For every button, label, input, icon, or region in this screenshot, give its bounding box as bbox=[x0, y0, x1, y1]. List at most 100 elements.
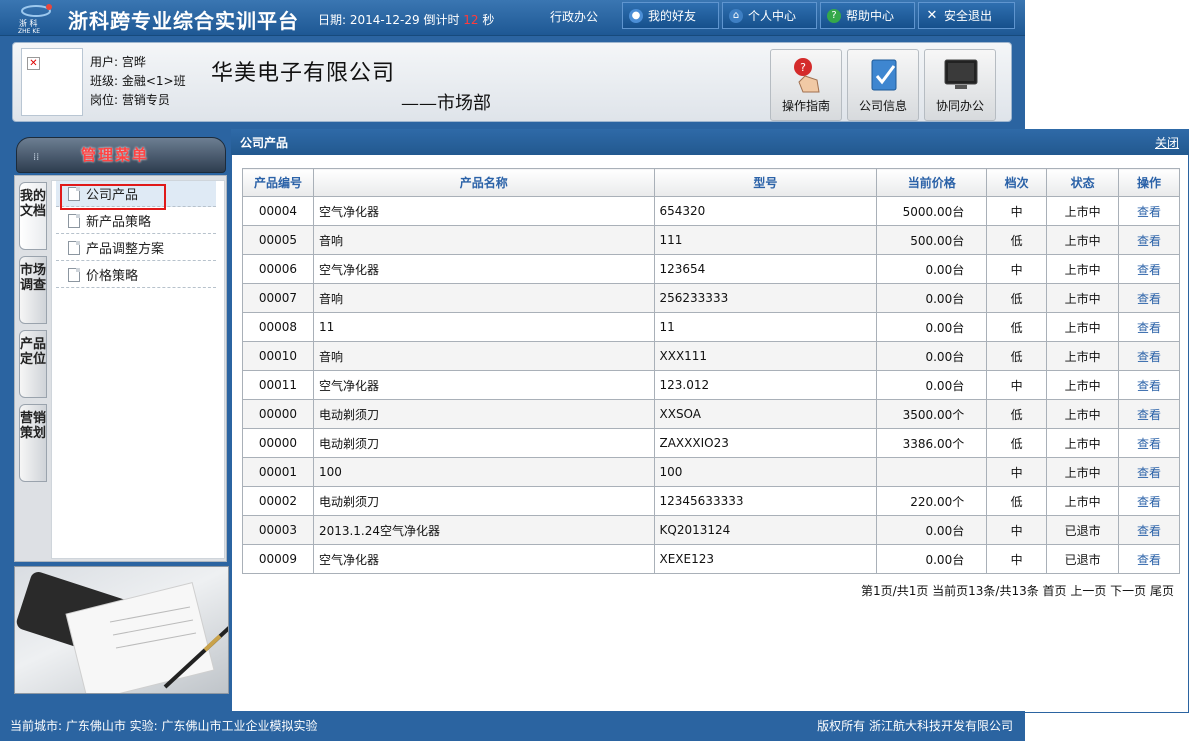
cell-status: 已退市 bbox=[1046, 544, 1120, 574]
operation-guide-button[interactable]: ? 操作指南 bbox=[770, 49, 842, 121]
cell-price: 220.00个 bbox=[876, 486, 988, 516]
cell-status: 上市中 bbox=[1046, 399, 1120, 429]
admin-office-link[interactable]: 行政办公 bbox=[550, 8, 598, 25]
cell-price: 3386.00个 bbox=[876, 428, 988, 458]
col-product-name: 产品名称 bbox=[312, 168, 655, 197]
cell-model: 111 bbox=[653, 225, 878, 255]
tab-product-positioning[interactable]: 产品定位 bbox=[19, 330, 47, 398]
table-row: 00000 电动剃须刀 ZAXXXIO23 3386.00个低上市中 查看 bbox=[242, 428, 1180, 458]
date-value: 2014-12-29 bbox=[349, 13, 420, 27]
cell-product-name: 2013.1.24空气净化器 bbox=[312, 515, 655, 545]
cell-product-name: 空气净化器 bbox=[312, 196, 655, 226]
cell-product-id: 00008 bbox=[242, 312, 314, 342]
cell-product-id: 00007 bbox=[242, 283, 314, 313]
col-status: 状态 bbox=[1046, 168, 1120, 197]
cell-action: 查看 bbox=[1118, 457, 1180, 487]
cell-action: 查看 bbox=[1118, 312, 1180, 342]
cell-product-id: 00001 bbox=[242, 457, 314, 487]
cell-model: 11 bbox=[653, 312, 878, 342]
cell-model: 12345633333 bbox=[653, 486, 878, 516]
menu-title: 管理菜单 bbox=[81, 146, 150, 164]
app-window: 浙 科 ZHE KE 浙科跨专业综合实训平台 日期: 2014-12-29 倒计… bbox=[0, 0, 1197, 741]
view-link[interactable]: 查看 bbox=[1137, 292, 1161, 306]
view-link[interactable]: 查看 bbox=[1137, 495, 1161, 509]
tab-marketing-plan[interactable]: 营销策划 bbox=[19, 404, 47, 482]
cell-product-name: 100 bbox=[312, 457, 655, 487]
table-row: 00003 2013.1.24空气净化器 KQ2013124 0.00台中已退市 查看 bbox=[242, 515, 1180, 545]
tab-market-survey[interactable]: 市场调查 bbox=[19, 256, 47, 324]
cell-action: 查看 bbox=[1118, 428, 1180, 458]
logout-button[interactable]: ✕ 安全退出 bbox=[918, 2, 1015, 29]
close-link[interactable]: 关闭 bbox=[1155, 134, 1179, 151]
cell-model: XXSOA bbox=[653, 399, 878, 429]
view-link[interactable]: 查看 bbox=[1137, 553, 1161, 567]
cell-model: 256233333 bbox=[653, 283, 878, 313]
friends-icon: ● bbox=[629, 8, 643, 23]
cell-product-name: 空气净化器 bbox=[312, 254, 655, 284]
cell-grade: 中 bbox=[986, 196, 1048, 226]
cell-product-name: 电动剃须刀 bbox=[312, 428, 655, 458]
menu-item-label: 新产品策略 bbox=[86, 215, 152, 230]
view-link[interactable]: 查看 bbox=[1137, 263, 1161, 277]
view-link[interactable]: 查看 bbox=[1137, 466, 1161, 480]
cell-product-id: 00009 bbox=[242, 544, 314, 574]
view-link[interactable]: 查看 bbox=[1137, 350, 1161, 364]
collab-office-button[interactable]: 协同办公 bbox=[924, 49, 996, 121]
cell-status: 上市中 bbox=[1046, 283, 1120, 313]
cell-grade: 低 bbox=[986, 399, 1048, 429]
cell-price: 500.00台 bbox=[876, 225, 988, 255]
cell-status: 上市中 bbox=[1046, 341, 1120, 371]
sidebar: ⁞⁞ 管理菜单 我的文档 市场调查 产品定位 营销策划 公司产品 新产品策略 产… bbox=[0, 129, 231, 711]
menu-item-product-adjustment[interactable]: 产品调整方案 bbox=[56, 235, 216, 261]
cell-action: 查看 bbox=[1118, 370, 1180, 400]
table-row: 00008 11 11 0.00台低上市中 查看 bbox=[242, 312, 1180, 342]
table-row: 00002 电动剃须刀 12345633333 220.00个低上市中 查看 bbox=[242, 486, 1180, 516]
view-link[interactable]: 查看 bbox=[1137, 437, 1161, 451]
table-row: 00004 空气净化器 654320 5000.00台中上市中 查看 bbox=[242, 196, 1180, 226]
menu-item-price-strategy[interactable]: 价格策略 bbox=[56, 262, 216, 288]
pagination[interactable]: 第1页/共1页 当前页13条/共13条 首页 上一页 下一页 尾页 bbox=[861, 582, 1174, 599]
my-friends-label: 我的好友 bbox=[648, 9, 697, 23]
user-position: 岗位: 营销专员 bbox=[90, 93, 170, 107]
company-info-button[interactable]: 公司信息 bbox=[847, 49, 919, 121]
cell-price: 0.00台 bbox=[876, 283, 988, 313]
table-row: 00006 空气净化器 123654 0.00台中上市中 查看 bbox=[242, 254, 1180, 284]
view-link[interactable]: 查看 bbox=[1137, 234, 1161, 248]
view-link[interactable]: 查看 bbox=[1137, 379, 1161, 393]
cell-price: 0.00台 bbox=[876, 370, 988, 400]
cell-action: 查看 bbox=[1118, 254, 1180, 284]
cell-price: 3500.00个 bbox=[876, 399, 988, 429]
notebook-pen-illustration bbox=[16, 572, 228, 693]
cell-grade: 中 bbox=[986, 457, 1048, 487]
my-friends-button[interactable]: ● 我的好友 bbox=[622, 2, 719, 29]
user-name: 用户: 宫晔 bbox=[90, 55, 146, 69]
cell-model: 123.012 bbox=[653, 370, 878, 400]
view-link[interactable]: 查看 bbox=[1137, 524, 1161, 538]
cell-model: KQ2013124 bbox=[653, 515, 878, 545]
cell-action: 查看 bbox=[1118, 225, 1180, 255]
table-row: 00005 音响 111 500.00台低上市中 查看 bbox=[242, 225, 1180, 255]
help-icon: ? bbox=[827, 8, 841, 23]
help-center-button[interactable]: ? 帮助中心 bbox=[820, 2, 915, 29]
menu-item-new-product-strategy[interactable]: 新产品策略 bbox=[56, 208, 216, 234]
cell-product-name: 空气净化器 bbox=[312, 544, 655, 574]
table-row: 00009 空气净化器 XEXE123 0.00台中已退市 查看 bbox=[242, 544, 1180, 574]
view-link[interactable]: 查看 bbox=[1137, 321, 1161, 335]
content-header: 公司产品 关闭 bbox=[231, 129, 1189, 155]
cell-model: 100 bbox=[653, 457, 878, 487]
tab-my-documents[interactable]: 我的文档 bbox=[19, 182, 47, 250]
cell-product-name: 音响 bbox=[312, 283, 655, 313]
decorative-desk-image bbox=[14, 566, 229, 694]
countdown-unit: 秒 bbox=[482, 13, 495, 27]
countdown-value: 12 bbox=[463, 13, 479, 27]
cell-action: 查看 bbox=[1118, 283, 1180, 313]
cell-product-id: 00005 bbox=[242, 225, 314, 255]
view-link[interactable]: 查看 bbox=[1137, 205, 1161, 219]
cell-product-id: 00006 bbox=[242, 254, 314, 284]
home-icon: ⌂ bbox=[729, 8, 743, 23]
user-class: 班级: 金融<1>班 bbox=[90, 74, 186, 88]
personal-center-button[interactable]: ⌂ 个人中心 bbox=[722, 2, 817, 29]
view-link[interactable]: 查看 bbox=[1137, 408, 1161, 422]
cell-status: 上市中 bbox=[1046, 312, 1120, 342]
cell-product-name: 电动剃须刀 bbox=[312, 399, 655, 429]
